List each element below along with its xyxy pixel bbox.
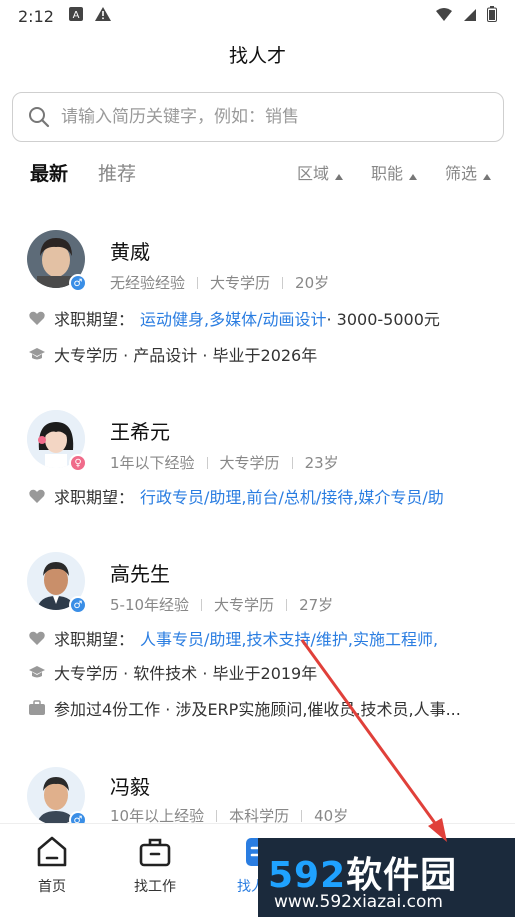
graduation-cap-icon [28,663,46,681]
tab-latest[interactable]: 最新 [30,159,68,186]
tab-recommended[interactable]: 推荐 [98,159,136,186]
filter-region[interactable]: 区域 [297,160,343,184]
candidate-meta: 10年以上经验 本科学历 40岁 [110,805,348,823]
education-text: 大专学历 · 产品设计 · 毕业于2026年 [54,346,318,365]
nav-home[interactable]: 首页 [12,834,92,896]
work-history-line: 参加过4份工作 · 涉及ERP实施顾问,催收员,技术员,人事... [28,696,461,720]
experience: 1年以下经验 [110,454,195,472]
divider [301,809,303,822]
filter-region-label: 区域 [296,164,329,183]
education-text: 大专学历 · 软件技术 · 毕业于2019年 [54,664,318,683]
signal-icon [463,7,477,26]
age: 20岁 [295,274,330,292]
graduation-cap-icon [28,345,46,363]
candidate-card[interactable]: ♂ 高先生 5-10年经验 大专学历 27岁 求职期望： 人事专员/助理,技术支… [0,540,515,740]
age: 23岁 [304,454,339,472]
expect-label: 求职期望： [54,488,135,507]
expect-jobs: 人事专员/助理,技术支持/维护,实施工程师, [140,630,439,649]
education-line: 大专学历 · 软件技术 · 毕业于2019年 [28,660,317,684]
divider [216,809,218,822]
caret-icon [334,174,343,180]
divider [291,456,293,469]
candidate-card[interactable]: ♂ 冯毅 10年以上经验 本科学历 40岁 [0,755,515,823]
filter-screen[interactable]: 筛选 [445,160,491,184]
education: 大专学历 [219,454,280,472]
age: 40岁 [314,807,349,823]
watermark-logo: 592软件园 www.592xiazai.com [258,838,515,917]
candidate-meta: 5-10年经验 大专学历 27岁 [110,594,333,615]
filter-function[interactable]: 职能 [371,160,417,184]
candidate-name: 黄威 [110,240,150,264]
filters: 区域 职能 筛选 [297,160,515,184]
divider [201,598,203,611]
watermark-brand: 592软件园 [268,846,457,898]
search-icon [27,105,51,129]
home-icon [34,834,70,870]
work-history-text: 参加过4份工作 · 涉及ERP实施顾问,催收员,技术员,人事... [54,700,461,719]
experience: 5-10年经验 [110,596,190,614]
divider [206,456,208,469]
candidate-meta: 无经验经验 大专学历 20岁 [110,272,329,293]
caret-icon [408,174,417,180]
battery-icon [487,6,497,26]
status-bar: 2:12 A [0,0,515,32]
watermark-brand-num: 592 [268,855,347,896]
gender-male-icon: ♂ [69,274,87,292]
heart-icon [28,487,46,505]
divider [282,276,284,289]
candidate-card[interactable]: ♂ 黄威 无经验经验 大专学历 20岁 求职期望： 运动健身,多媒体/动画设计 … [0,218,515,378]
age: 27岁 [299,596,334,614]
search-bar[interactable] [12,92,504,142]
education: 大专学历 [210,274,271,292]
candidate-name: 王希元 [110,420,170,444]
notification-a-icon: A [68,6,84,26]
expect-jobs: 行政专员/助理,前台/总机/接待,媒介专员/助 [140,488,444,507]
candidate-name: 冯毅 [110,775,150,799]
experience: 10年以上经验 [110,807,205,823]
briefcase-icon [137,834,173,870]
candidate-meta: 1年以下经验 大专学历 23岁 [110,452,339,473]
nav-find-job-label: 找工作 [134,879,176,895]
heart-icon [28,309,46,327]
gender-male-icon: ♂ [69,596,87,614]
search-input[interactable] [61,107,481,127]
expect-label: 求职期望： [54,630,135,649]
nav-find-job[interactable]: 找工作 [115,834,195,896]
expect-label: 求职期望： [54,310,135,329]
candidate-card[interactable]: ♀ 王希元 1年以下经验 大专学历 23岁 求职期望： 行政专员/助理,前台/总… [0,398,515,528]
filter-function-label: 职能 [370,164,403,183]
status-time: 2:12 [18,6,54,26]
education: 大专学历 [214,596,275,614]
svg-text:A: A [73,10,80,21]
warning-icon [94,6,112,26]
divider [197,276,199,289]
gender-female-icon: ♀ [69,454,87,472]
gender-male-icon: ♂ [69,811,87,823]
expect-salary: · 3000-5000元 [326,310,440,329]
job-expectation: 求职期望： 行政专员/助理,前台/总机/接待,媒介专员/助 [28,484,444,508]
experience: 无经验经验 [110,274,186,292]
nav-home-label: 首页 [38,879,66,895]
candidate-name: 高先生 [110,562,170,586]
heart-icon [28,629,46,647]
education: 本科学历 [229,807,290,823]
expect-jobs: 运动健身,多媒体/动画设计 [140,310,327,329]
education-line: 大专学历 · 产品设计 · 毕业于2026年 [28,342,317,366]
briefcase-small-icon [28,699,46,717]
job-expectation: 求职期望： 运动健身,多媒体/动画设计 · 3000-5000元 [28,306,440,330]
divider [286,598,288,611]
watermark-url: www.592xiazai.com [274,892,443,912]
watermark-brand-cn: 软件园 [346,855,458,896]
wifi-icon [435,7,453,26]
filter-screen-label: 筛选 [444,164,477,183]
caret-icon [483,174,491,180]
job-expectation: 求职期望： 人事专员/助理,技术支持/维护,实施工程师, [28,626,438,650]
tabs-row: 最新 推荐 区域 职能 筛选 [0,150,515,194]
page-title: 找人才 [228,45,286,67]
